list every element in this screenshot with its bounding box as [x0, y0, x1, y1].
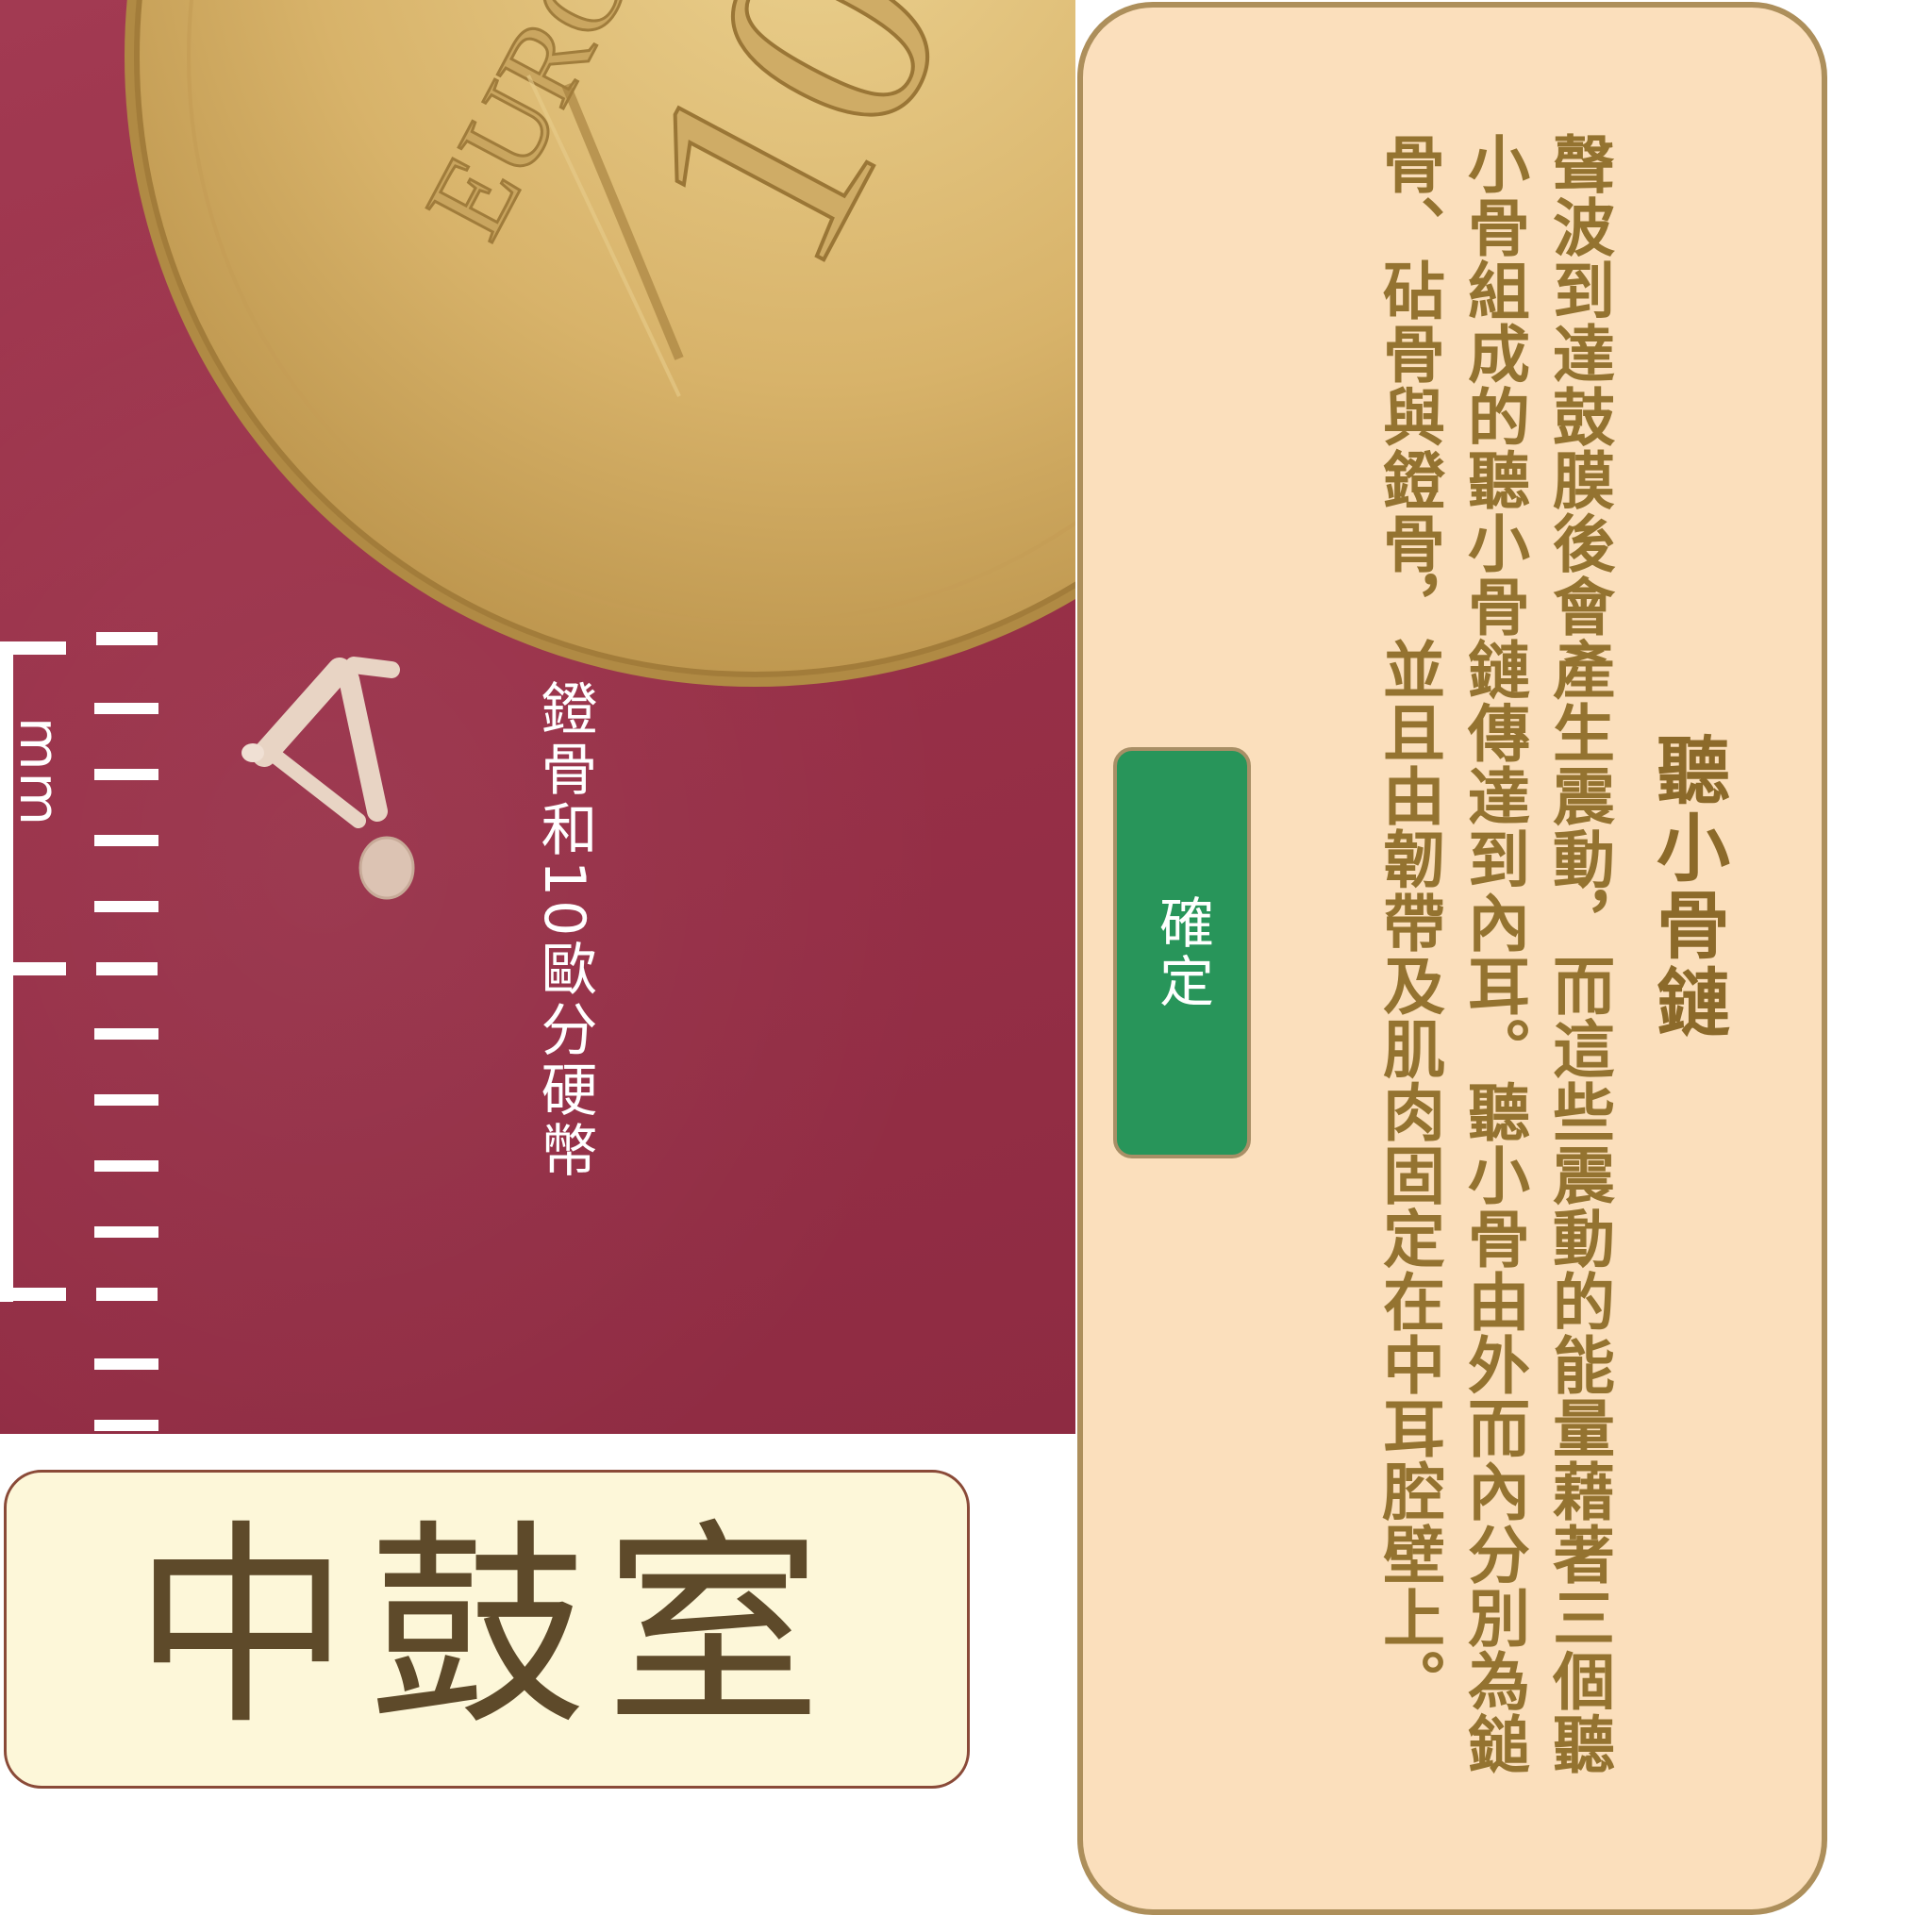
- euro-coin-image: EURO CENT 10: [125, 0, 1075, 687]
- photo-caption: 鐙骨和10歐分硬幣: [531, 679, 597, 1182]
- specimen-photo: EURO CENT 10 mm: [0, 0, 1075, 1434]
- confirm-button[interactable]: 確定: [1113, 747, 1251, 1158]
- confirm-button-label: 確定: [1150, 894, 1214, 1011]
- region-label-text: 中鼓室: [132, 1503, 841, 1755]
- region-label-box: 中鼓室: [4, 1470, 970, 1789]
- ruler-unit-label: mm: [8, 717, 72, 827]
- dialog-body-text: 聲波到達鼓膜後會產生震動，而這些震動的能量藉著三個聽小骨組成的聽小骨鏈傳達到內耳…: [1373, 132, 1615, 1775]
- stapes-bone-image: [242, 657, 415, 900]
- dialog-title: 聽小骨鏈: [1644, 732, 1729, 1041]
